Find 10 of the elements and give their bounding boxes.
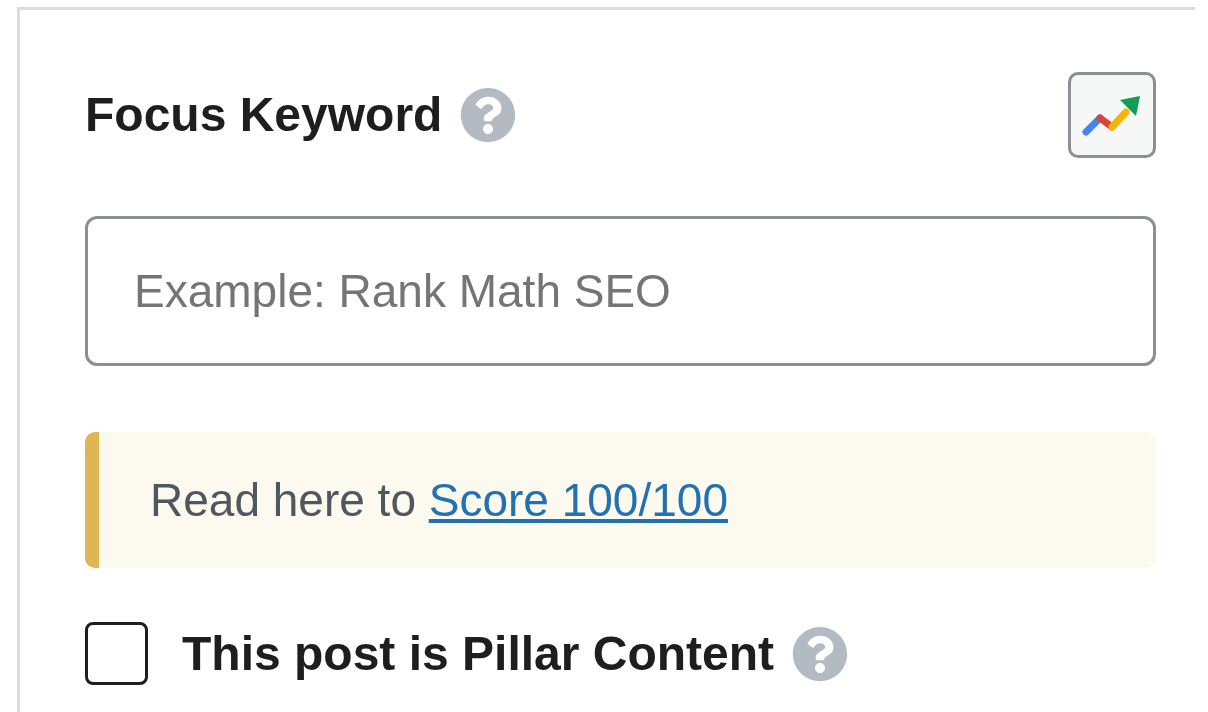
trend-arrow-icon bbox=[1082, 94, 1142, 136]
notice-text: Read here to Score 100/100 bbox=[150, 477, 728, 523]
checkbox[interactable] bbox=[85, 622, 148, 685]
checkbox-label[interactable]: This post is Pillar Content bbox=[182, 629, 775, 678]
score-link[interactable]: Score 100/100 bbox=[428, 474, 728, 526]
keyword-input-field[interactable]: Example: Rank Math SEO bbox=[85, 216, 1156, 366]
section-heading: Focus Keyword bbox=[85, 91, 443, 139]
help-icon[interactable] bbox=[460, 87, 517, 143]
trends-button[interactable] bbox=[1068, 72, 1156, 158]
help-icon[interactable] bbox=[792, 625, 849, 682]
